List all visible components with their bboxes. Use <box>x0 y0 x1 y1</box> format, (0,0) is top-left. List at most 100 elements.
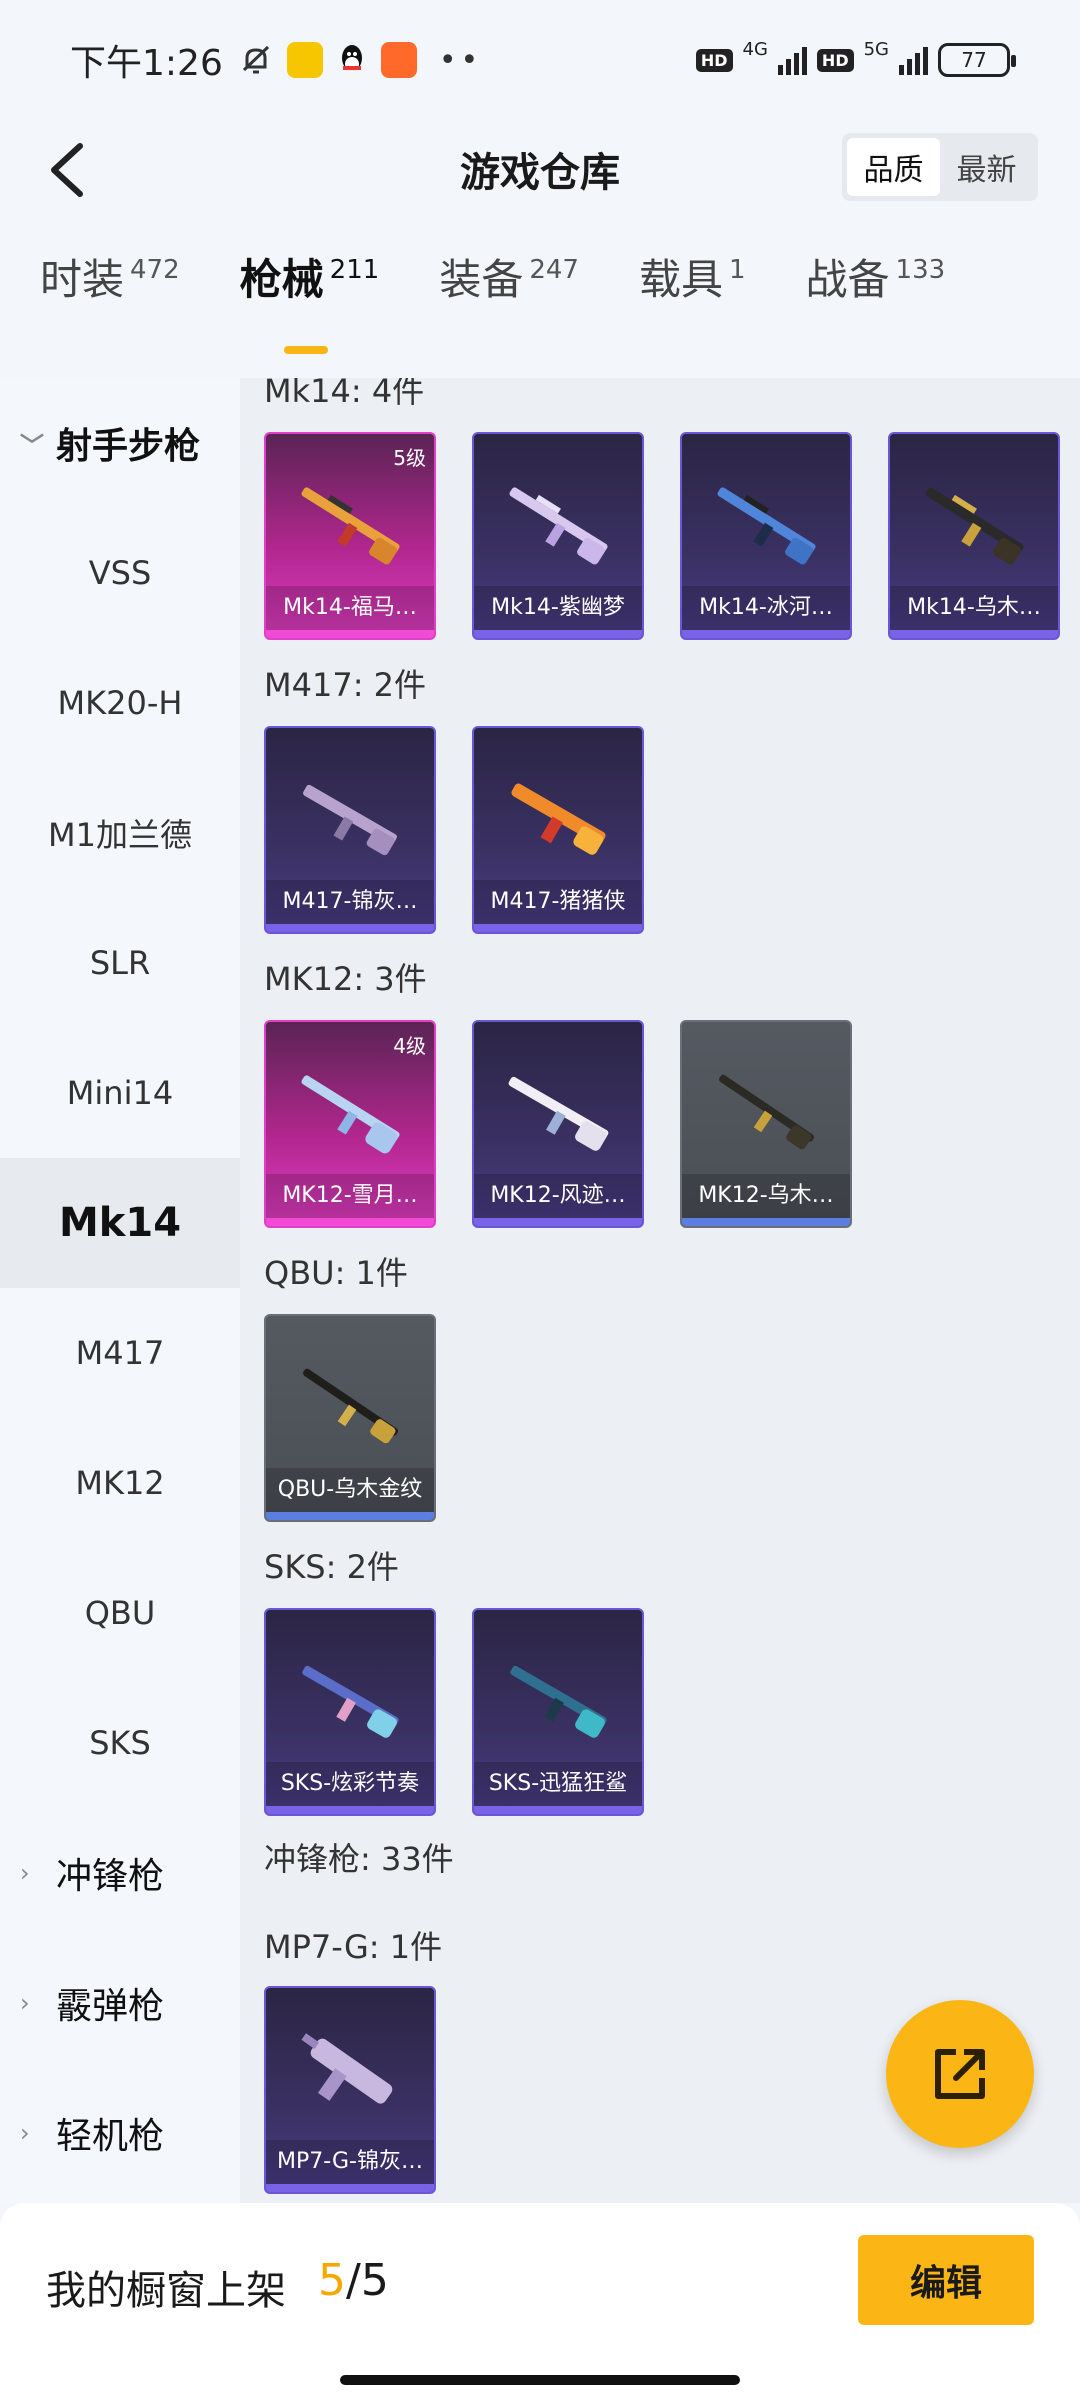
tab-count: 472 <box>130 255 180 285</box>
sidebar-item-mk20h[interactable]: MK20-H <box>0 638 240 768</box>
category-tabs: 时装 472 枪械 211 装备 247 载具 1 战备 133 <box>0 250 1080 360</box>
rarity-bar <box>266 630 434 638</box>
bell-muted-icon <box>242 45 269 74</box>
tab-label: 枪械 <box>239 255 324 304</box>
tab-firearms[interactable]: 枪械 211 <box>239 250 379 360</box>
signal-icon <box>777 45 807 75</box>
sidebar-item-sks[interactable]: SKS <box>0 1678 240 1808</box>
hd-badge: HD <box>816 48 854 72</box>
skin-card[interactable]: Mk14-冰河… <box>680 432 852 640</box>
skin-name: SKS-炫彩节奏 <box>266 1762 434 1806</box>
skin-name: Mk14-乌木… <box>890 586 1058 630</box>
skin-card[interactable]: Mk14-乌木… <box>888 432 1060 640</box>
status-left-icons: •• <box>239 42 482 78</box>
sidebar-item-m1-garand[interactable]: M1加兰德 <box>0 768 240 898</box>
rarity-bar <box>682 630 850 638</box>
sidebar-item-mk12[interactable]: MK12 <box>0 1418 240 1548</box>
more-dots-icon: •• <box>438 42 483 78</box>
status-bar: 下午1:26 •• HD 4G HD 5G 77 <box>0 0 1080 120</box>
skin-name: QBU-乌木金纹 <box>266 1468 434 1512</box>
skin-name: SKS-迅猛狂鲨 <box>474 1762 642 1806</box>
status-time: 下午1:26 <box>70 43 223 84</box>
network-label: 4G <box>742 39 768 60</box>
sidebar-group-label: 霰弹枪 <box>56 1986 165 2027</box>
app-header: 游戏仓库 品质 最新 <box>0 120 1080 220</box>
active-tab-indicator <box>283 346 328 354</box>
sidebar-group-lmg[interactable]: › 轻机枪 <box>0 2068 240 2198</box>
skin-card[interactable]: QBU-乌木金纹 <box>264 1314 436 1522</box>
skin-card[interactable]: M417-锦灰… <box>264 726 436 934</box>
skin-card[interactable]: SKS-炫彩节奏 <box>264 1608 436 1816</box>
battery-icon: 77 <box>938 43 1016 77</box>
skin-card[interactable]: SKS-迅猛狂鲨 <box>472 1608 644 1816</box>
tab-count: 1 <box>728 255 746 285</box>
sidebar-item-mini14[interactable]: Mini14 <box>0 1028 240 1158</box>
skin-card[interactable]: M417-猪猪侠 <box>472 726 644 934</box>
rarity-bar <box>266 1512 434 1520</box>
qq-icon <box>341 45 362 71</box>
share-button[interactable] <box>886 2000 1034 2148</box>
skin-card[interactable]: Mk14-紫幽梦 <box>472 432 644 640</box>
external-link-icon <box>935 2049 985 2099</box>
tab-label: 载具 <box>638 255 723 304</box>
section-title: Mk14: 4件 <box>264 378 425 410</box>
rarity-bar <box>266 924 434 932</box>
sort-quality-button[interactable]: 品质 <box>847 138 940 196</box>
chevron-right-icon: › <box>20 1989 30 2017</box>
skin-name: MK12-乌木… <box>682 1174 850 1218</box>
tab-vehicles[interactable]: 载具 1 <box>639 250 746 360</box>
sort-toggle: 品质 最新 <box>842 133 1038 201</box>
rarity-bar <box>682 1218 850 1226</box>
skin-name: M417-猪猪侠 <box>474 880 642 924</box>
section-title: QBU: 1件 <box>264 1254 408 1292</box>
skin-card[interactable]: MP7-G-锦灰… <box>264 1986 436 2194</box>
rarity-bar <box>266 1806 434 1814</box>
hd-badge: HD <box>695 48 733 72</box>
skin-name: MK12-风迹… <box>474 1174 642 1218</box>
rarity-bar <box>474 1806 642 1814</box>
edit-button[interactable]: 编辑 <box>858 2235 1034 2325</box>
rarity-bar <box>474 1218 642 1226</box>
home-indicator[interactable] <box>340 2375 740 2385</box>
chevron-right-icon: › <box>20 1859 30 1887</box>
rarity-bar <box>266 1218 434 1226</box>
rarity-bar <box>474 924 642 932</box>
tab-fashion[interactable]: 时装 472 <box>40 250 180 360</box>
skin-name: Mk14-冰河… <box>682 586 850 630</box>
game-app-icon <box>286 42 323 78</box>
tab-label: 装备 <box>439 255 524 304</box>
section-title: MP7-G: 1件 <box>264 1928 443 1966</box>
level-badge: 4级 <box>393 1034 426 1058</box>
sidebar-item-vss[interactable]: VSS <box>0 508 240 638</box>
showcase-total: /5 <box>346 2255 389 2306</box>
skin-card[interactable]: MK12-乌木… <box>680 1020 852 1228</box>
tab-gear[interactable]: 战备 133 <box>806 250 946 360</box>
skin-card[interactable]: 5级 Mk14-福马… <box>264 432 436 640</box>
sidebar-item-m417[interactable]: M417 <box>0 1288 240 1418</box>
skin-card[interactable]: 4级 MK12-雪月… <box>264 1020 436 1228</box>
level-badge: 5级 <box>393 446 426 470</box>
showcase-current: 5 <box>318 2255 346 2306</box>
tab-count: 247 <box>529 255 579 285</box>
sidebar-group-marksman[interactable]: ﹀ 射手步枪 <box>0 378 240 508</box>
skin-card[interactable]: MK12-风迹… <box>472 1020 644 1228</box>
rarity-bar <box>890 630 1058 638</box>
sidebar-item-qbu[interactable]: QBU <box>0 1548 240 1678</box>
chevron-down-icon: ﹀ <box>20 431 44 460</box>
sidebar-group-label: 轻机枪 <box>56 2116 165 2157</box>
skin-grid: Mk14: 4件 5级 Mk14-福马… Mk14-紫幽梦 Mk14-冰河… M… <box>240 378 1080 2203</box>
sidebar-group-shotgun[interactable]: › 霰弹枪 <box>0 1938 240 2068</box>
sidebar-group-label: 射手步枪 <box>56 426 201 467</box>
tab-equipment[interactable]: 装备 247 <box>439 250 579 360</box>
tab-label: 时装 <box>40 255 125 304</box>
network-label: 5G <box>863 39 889 60</box>
skin-name: Mk14-紫幽梦 <box>474 586 642 630</box>
sidebar-item-mk14[interactable]: Mk14 <box>0 1158 240 1288</box>
showcase-footer: 我的橱窗上架 5/5 编辑 <box>0 2203 1080 2400</box>
battery-level: 77 <box>961 48 987 72</box>
section-title: M417: 2件 <box>264 666 427 704</box>
sidebar-group-smg[interactable]: › 冲锋枪 <box>0 1808 240 1938</box>
signal-icon <box>899 45 928 75</box>
sidebar-item-slr[interactable]: SLR <box>0 898 240 1028</box>
sort-newest-button[interactable]: 最新 <box>940 138 1033 196</box>
